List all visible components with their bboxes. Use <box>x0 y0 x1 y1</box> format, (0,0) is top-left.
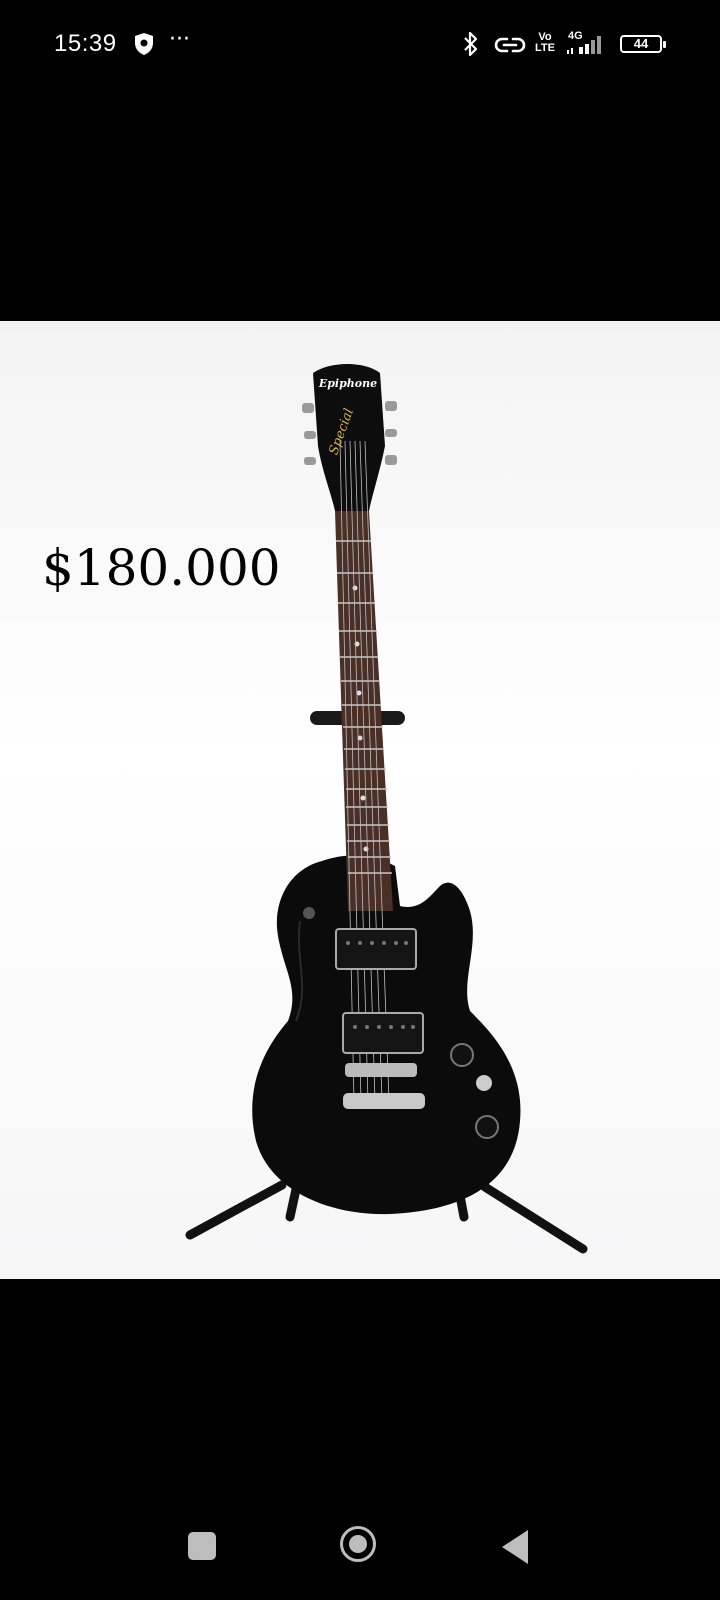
bridge-pickup <box>342 1012 424 1054</box>
back-button[interactable] <box>502 1530 528 1564</box>
status-bar: 15:39 ··· Vo LTE 4G 44 <box>0 0 720 90</box>
volte-icon: Vo LTE <box>535 32 555 54</box>
signal-icon <box>565 34 611 60</box>
neck-pickup <box>335 928 417 970</box>
battery-level: 44 <box>633 36 649 51</box>
headstock-brand: Epiphone <box>318 377 377 390</box>
shield-icon <box>133 32 155 60</box>
battery-icon: 44 <box>620 35 666 53</box>
link-icon <box>493 34 527 60</box>
price-label: $180.000 <box>42 539 281 597</box>
bluetooth-icon <box>463 30 479 62</box>
guitar-image: Epiphone Special <box>185 364 588 1254</box>
more-dots-icon: ··· <box>169 27 190 52</box>
product-image[interactable]: Epiphone Special $180.000 <box>0 321 720 1279</box>
status-time: 15:39 <box>54 30 117 57</box>
navigation-bar <box>0 1480 720 1600</box>
volte-bottom: LTE <box>535 42 555 54</box>
recents-button[interactable] <box>188 1532 216 1560</box>
home-button[interactable] <box>340 1526 376 1562</box>
